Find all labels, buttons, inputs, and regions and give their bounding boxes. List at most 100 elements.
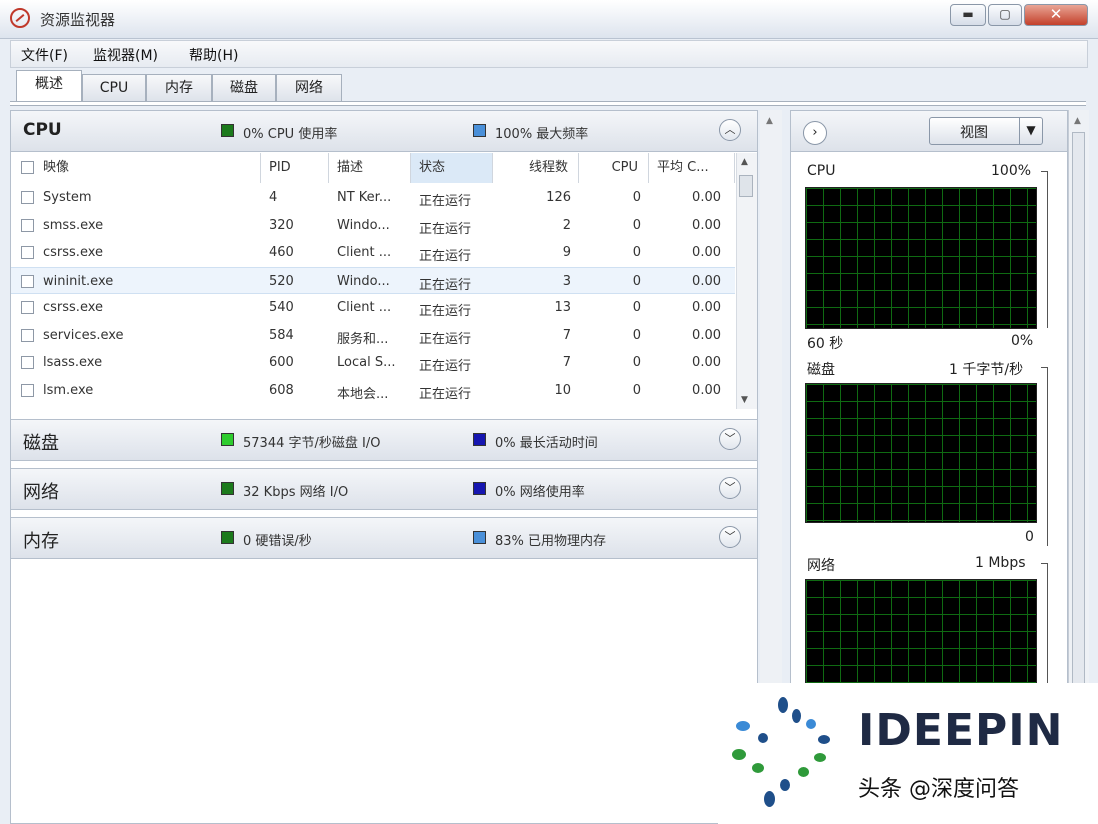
col-pid[interactable]: PID [261,153,329,183]
view-dropdown-icon[interactable]: ▼ [1019,118,1042,144]
col-average-cpu[interactable]: 平均 C... [649,153,735,183]
maximize-button[interactable]: ▢ [988,4,1022,26]
splitter-up-icon: ▲ [766,116,773,126]
disk-active-time-legend-swatch [473,433,486,446]
cell-pid: 460 [269,245,294,260]
cell-desc: Local S... [337,355,396,370]
cell-pid: 4 [269,190,278,205]
resource-monitor-icon [10,8,30,28]
cpu-graph-scale [1041,171,1048,328]
minimize-button[interactable]: ▬ [950,4,986,26]
col-image-label: 映像 [43,160,70,175]
watermark-brand: IDEEPIN [858,705,1064,756]
graphs-scroll-up-icon[interactable]: ▲ [1074,116,1081,126]
memory-section-header[interactable]: 内存 0 硬错误/秒 83% 已用物理内存 ﹀ [11,517,757,559]
cell-desc: 本地会... [337,386,389,402]
row-checkbox[interactable] [21,356,34,369]
cell-image: csrss.exe [43,245,104,260]
cpu-usage-legend: 0% CPU 使用率 [243,127,338,142]
scroll-up-icon[interactable]: ▲ [741,157,748,167]
table-row[interactable]: wininit.exe 520 Windo... 正在运行 3 0 0.00 [11,266,735,294]
table-row[interactable]: lsass.exe 600 Local S... 正在运行 7 0 0.00 [11,349,735,377]
disk-graph-max: 1 千字节/秒 [949,362,1024,378]
network-io-legend-swatch [221,482,234,495]
view-button[interactable]: 视图 ▼ [929,117,1043,145]
cell-cpu: 0 [632,217,641,233]
row-checkbox[interactable] [21,274,34,288]
hard-faults-legend-swatch [221,531,234,544]
col-description[interactable]: 描述 [329,153,411,183]
cell-avg: 0.00 [692,327,721,343]
tab-network[interactable]: 网络 [276,74,342,102]
disk-expand-icon[interactable]: ﹀ [719,428,741,450]
cpu-graph [805,187,1037,329]
table-row[interactable]: smss.exe 320 Windo... 正在运行 2 0 0.00 [11,212,735,240]
title-bar: 资源监视器 ▬ ▢ ✕ [0,0,1098,39]
network-section-header[interactable]: 网络 32 Kbps 网络 I/O 0% 网络使用率 ﹀ [11,468,757,510]
cell-threads: 7 [562,355,571,370]
disk-io-legend: 57344 字节/秒磁盘 I/O [243,436,381,451]
table-row[interactable]: csrss.exe 460 Client ... 正在运行 9 0 0.00 [11,239,735,267]
cell-cpu: 0 [632,355,641,370]
tab-divider [10,101,1086,106]
cell-threads: 10 [554,382,571,398]
graphs-scroll-thumb[interactable] [1072,132,1085,692]
scroll-down-icon[interactable]: ▼ [741,395,748,405]
expand-graphs-icon[interactable]: › [803,121,827,145]
table-row[interactable]: services.exe 584 服务和... 正在运行 7 0 0.00 [11,322,735,350]
tab-cpu[interactable]: CPU [82,74,146,102]
cell-pid: 540 [269,300,294,315]
menu-monitor[interactable]: 监视器(M) [93,45,158,65]
col-cpu[interactable]: CPU [579,153,649,183]
row-checkbox[interactable] [21,218,34,232]
tab-memory[interactable]: 内存 [146,74,212,102]
select-all-checkbox[interactable] [21,161,34,174]
cell-avg: 0.00 [692,355,721,370]
tab-disk[interactable]: 磁盘 [212,74,276,102]
disk-section-header[interactable]: 磁盘 57344 字节/秒磁盘 I/O 0% 最长活动时间 ﹀ [11,419,757,461]
row-checkbox[interactable] [21,246,34,259]
network-expand-icon[interactable]: ﹀ [719,477,741,499]
network-graph-title: 网络 [807,558,835,574]
cell-avg: 0.00 [692,300,721,315]
graphs-toolbar: › 视图 ▼ [791,111,1067,152]
cell-threads: 7 [562,327,571,343]
physical-memory-legend: 83% 已用物理内存 [495,534,607,549]
cell-threads: 2 [562,217,571,233]
menu-file[interactable]: 文件(F) [21,45,68,65]
cell-avg: 0.00 [692,217,721,233]
cell-status: 正在运行 [419,249,472,264]
cell-avg: 0.00 [692,190,721,205]
cell-image: csrss.exe [43,300,104,315]
table-row[interactable]: lsm.exe 608 本地会... 正在运行 10 0 0.00 [11,377,735,405]
row-checkbox[interactable] [21,191,34,204]
cell-image: lsm.exe [43,382,94,398]
row-checkbox[interactable] [21,383,34,397]
row-checkbox[interactable] [21,301,34,314]
table-row[interactable]: csrss.exe 540 Client ... 正在运行 13 0 0.00 [11,294,735,322]
cpu-graph-min: 0% [1011,333,1034,349]
cell-image: smss.exe [43,217,104,233]
cell-image: wininit.exe [43,273,114,289]
process-table-scrollbar[interactable]: ▲ ▼ [736,153,757,409]
col-image[interactable]: 映像 [11,153,261,183]
cell-status: 正在运行 [419,221,472,237]
cpu-section-header[interactable]: CPU 0% CPU 使用率 100% 最大频率 ︿ [11,111,757,152]
cpu-max-freq-legend-swatch [473,124,486,137]
menu-help[interactable]: 帮助(H) [189,45,238,65]
cell-status: 正在运行 [419,194,472,209]
table-row[interactable]: System 4 NT Ker... 正在运行 126 0 0.00 [11,184,735,212]
scroll-thumb[interactable] [739,175,753,197]
cell-threads: 126 [546,190,571,205]
tab-overview[interactable]: 概述 [16,70,82,102]
network-section-title: 网络 [23,482,59,503]
memory-expand-icon[interactable]: ﹀ [719,526,741,548]
col-status[interactable]: 状态 [411,153,493,183]
close-button[interactable]: ✕ [1024,4,1088,26]
cell-threads: 13 [554,300,571,315]
cell-avg: 0.00 [692,273,721,289]
cpu-graph-time: 60 秒 [807,336,844,352]
col-threads[interactable]: 线程数 [493,153,579,183]
cpu-collapse-icon[interactable]: ︿ [719,119,741,141]
row-checkbox[interactable] [21,328,34,342]
